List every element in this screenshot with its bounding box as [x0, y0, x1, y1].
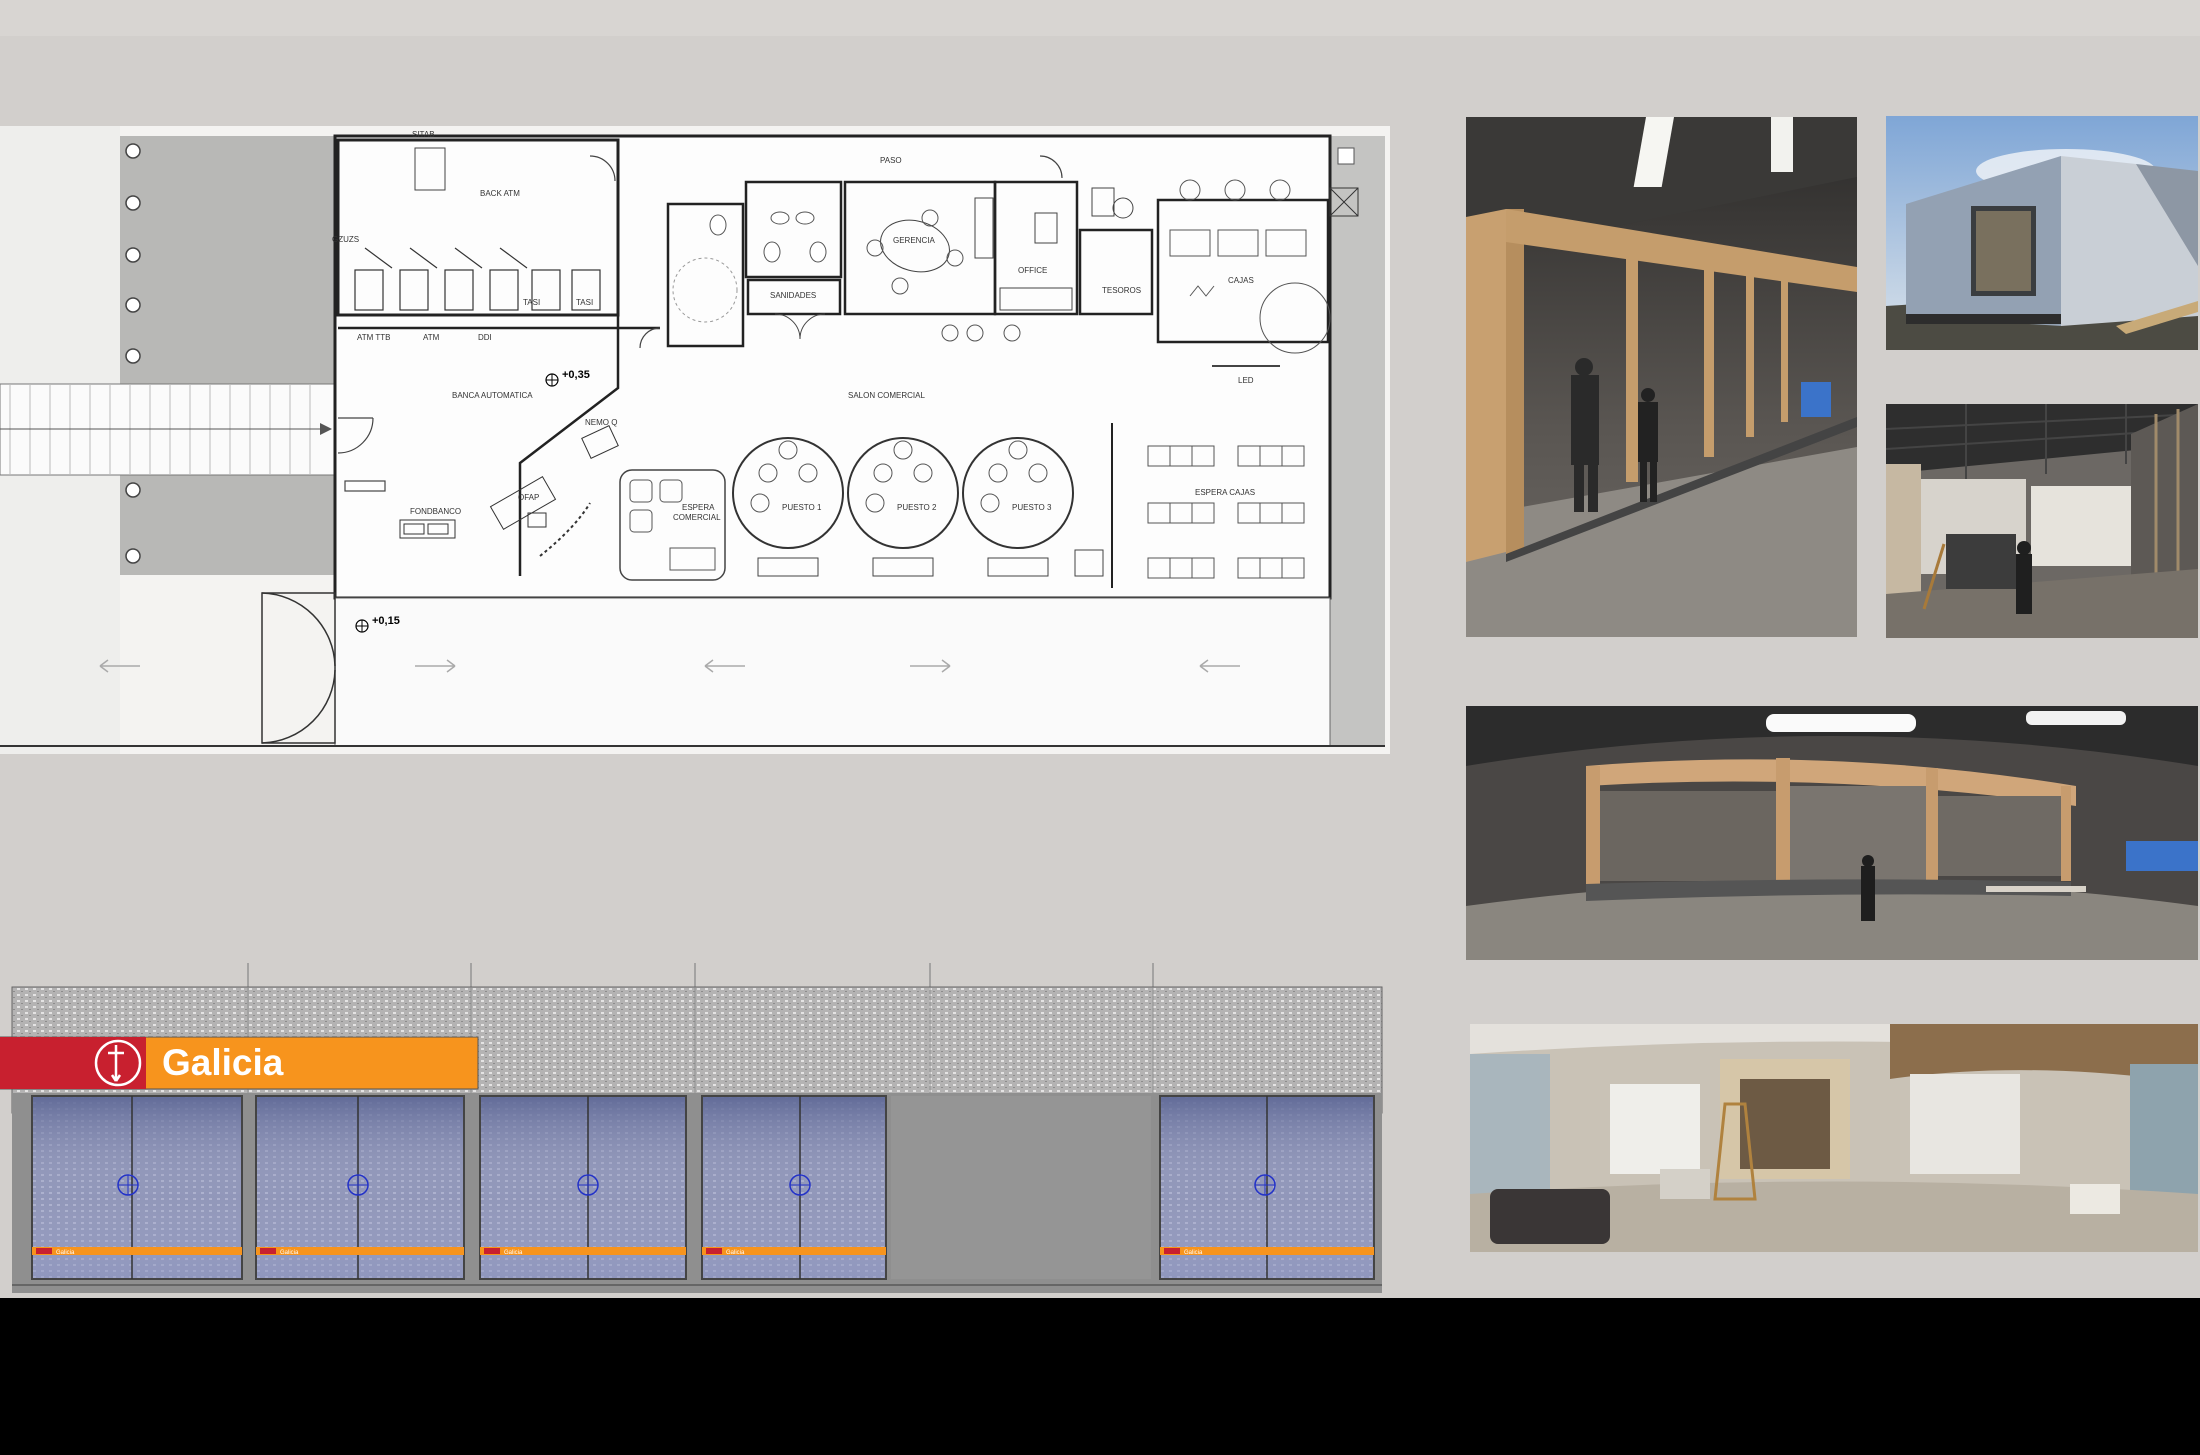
construction-photo-panorama-warehouse: [1466, 706, 2198, 960]
label-back-atm: BACK ATM: [480, 189, 520, 198]
floor-plan: SITAB BACK ATM GZUZS TASI TASI ATM TTB A…: [0, 126, 1390, 754]
entrance-ramp: [0, 383, 336, 476]
solid-panel: [891, 1096, 1151, 1279]
construction-photo-module-inside: [1886, 404, 2198, 638]
galicia-sign-text: Galicia: [162, 1042, 284, 1083]
label-sanitarios: SANIDADES: [770, 291, 816, 300]
label-espera-comercial-2: COMERCIAL: [673, 513, 721, 522]
label-ofap: OFAP: [518, 493, 539, 502]
glass-bay-2: Galicia: [255, 1095, 465, 1280]
label-led: LED: [1238, 376, 1254, 385]
construction-photo-panorama-finished: [1470, 1024, 2198, 1252]
svg-text:Galicia: Galicia: [56, 1250, 75, 1256]
label-puesto-2: PUESTO 2: [897, 503, 937, 512]
exterior-walkway: [334, 597, 1331, 747]
svg-text:+0,15: +0,15: [372, 615, 400, 627]
hatched-area-bottom: [120, 475, 335, 575]
construction-photo-frame-interior: [1466, 117, 1857, 637]
glass-bay-3: Galicia: [479, 1095, 687, 1280]
label-gzuzs: GZUZS: [332, 235, 359, 244]
label-atm-ttb: ATM TTB: [357, 333, 390, 342]
building-outline: [333, 134, 1332, 600]
galicia-sign: Galicia: [0, 1036, 479, 1090]
svg-text:Galicia: Galicia: [1184, 1250, 1203, 1256]
svg-text:+0,35: +0,35: [562, 369, 590, 381]
svg-text:Galicia: Galicia: [280, 1250, 299, 1256]
label-ddi: DDI: [478, 333, 492, 342]
hatched-area-right: [1330, 136, 1385, 746]
label-cajas: CAJAS: [1228, 276, 1254, 285]
glass-bay-4: Galicia: [701, 1095, 887, 1280]
label-puesto-3: PUESTO 3: [1012, 503, 1052, 512]
label-espera-cajas: ESPERA CAJAS: [1195, 488, 1255, 497]
glass-bay-5: Galicia: [1159, 1095, 1375, 1280]
svg-text:Galicia: Galicia: [726, 1250, 745, 1256]
label-espera-comercial-1: ESPERA: [682, 503, 715, 512]
facade-elevation: Galicia Galicia Galicia Galicia Galicia …: [0, 963, 1383, 1293]
label-atm: ATM: [423, 333, 440, 342]
label-nemo-q: NEMO Q: [585, 418, 617, 427]
label-puesto-1: PUESTO 1: [782, 503, 822, 512]
label-office: OFFICE: [1018, 266, 1047, 275]
hatched-area-top: [120, 136, 335, 384]
svg-text:Galicia: Galicia: [504, 1250, 523, 1256]
label-tesoros: TESOROS: [1102, 286, 1141, 295]
label-fondbanco: FONDBANCO: [410, 507, 461, 516]
construction-photo-module-exterior: [1886, 116, 2198, 350]
label-pasillo: PASO: [880, 156, 902, 165]
label-tasi-2: TASI: [576, 298, 593, 307]
presentation-board: SITAB BACK ATM GZUZS TASI TASI ATM TTB A…: [0, 0, 2200, 1298]
label-gerencia: GERENCIA: [893, 236, 935, 245]
board-top-band: [0, 0, 2200, 36]
label-salon-comercial: SALON COMERCIAL: [848, 391, 925, 400]
label-tasi-1: TASI: [523, 298, 540, 307]
label-banca-automatica: BANCA AUTOMATICA: [452, 391, 533, 400]
label-sitab: SITAB: [412, 130, 435, 139]
glass-bay-1: Galicia: [31, 1095, 243, 1280]
